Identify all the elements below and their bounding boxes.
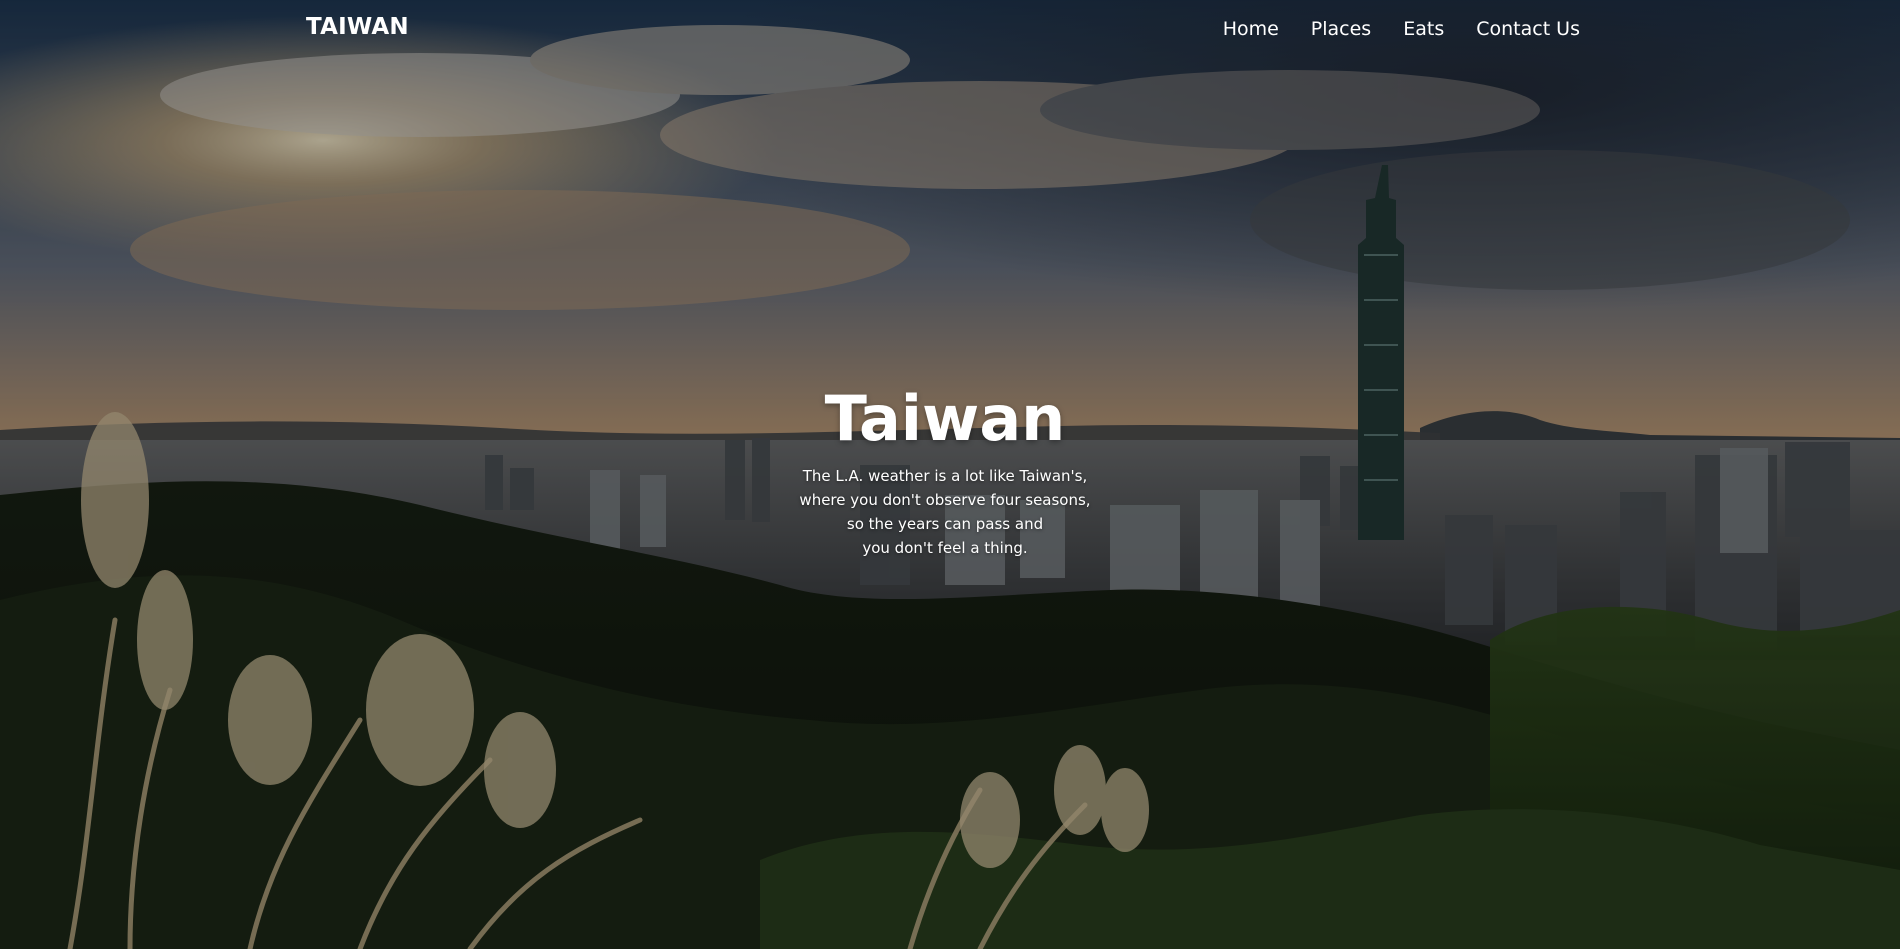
nav-item-places: Places bbox=[1311, 18, 1371, 40]
nav-link-home[interactable]: Home bbox=[1223, 18, 1279, 40]
hero-content: Taiwan The L.A. weather is a lot like Ta… bbox=[650, 382, 1240, 560]
nav-link-places[interactable]: Places bbox=[1311, 18, 1371, 40]
quote-line-2: where you don't observe four seasons, bbox=[799, 491, 1091, 509]
navbar: TAIWAN Home Places Eats Contact Us bbox=[0, 0, 1900, 62]
hero-title: Taiwan bbox=[824, 382, 1066, 455]
nav-item-eats: Eats bbox=[1403, 18, 1444, 40]
brand-logo-link[interactable]: TAIWAN bbox=[306, 14, 409, 40]
quote-line-3: so the years can pass and bbox=[846, 515, 1044, 533]
quote-line-4: you don't feel a thing. bbox=[862, 539, 1028, 557]
nav-item-home: Home bbox=[1223, 18, 1279, 40]
nav-item-contact-us: Contact Us bbox=[1476, 18, 1580, 40]
nav-links: Home Places Eats Contact Us bbox=[1223, 18, 1580, 40]
hero-quote: The L.A. weather is a lot like Taiwan's,… bbox=[650, 464, 1240, 560]
quote-line-1: The L.A. weather is a lot like Taiwan's, bbox=[802, 467, 1088, 485]
nav-link-contact-us[interactable]: Contact Us bbox=[1476, 18, 1580, 40]
nav-link-eats[interactable]: Eats bbox=[1403, 18, 1444, 40]
hero-section: TAIWAN Home Places Eats Contact Us Taiwa… bbox=[0, 0, 1900, 949]
